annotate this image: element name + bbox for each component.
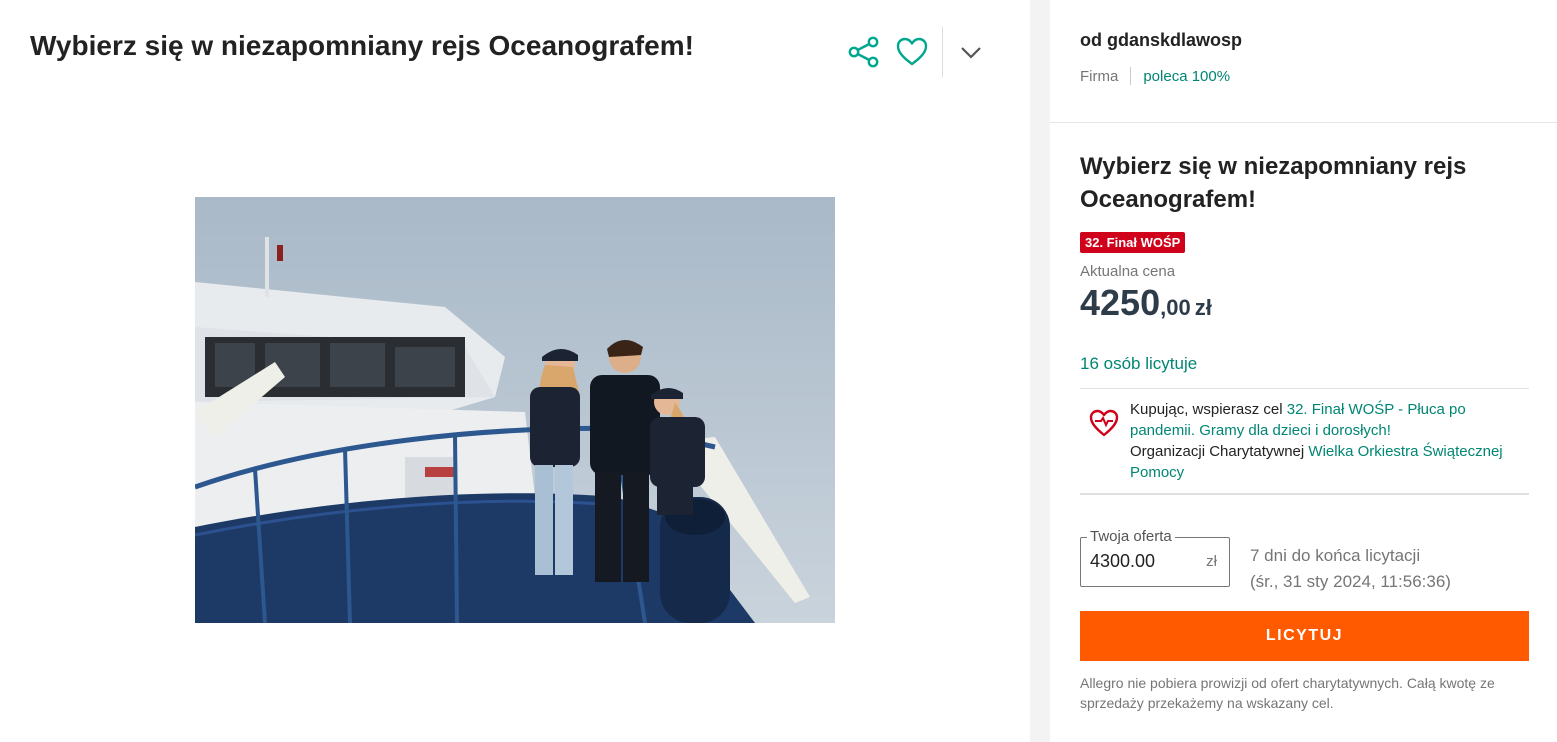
bid-button[interactable]: LICYTUJ [1080,611,1529,661]
offer-title: Wybierz się w niezapomniany rejs Oceanog… [1080,153,1467,213]
seller-name[interactable]: od gdanskdlawosp [1080,30,1527,51]
price-label: Aktualna cena [1080,263,1176,280]
ship-photo [195,197,835,623]
bidders-count[interactable]: 16 osób licytuje [1080,354,1197,373]
purchase-panel: od gdanskdlawosp Firma poleca 100% Wybie… [1050,0,1557,742]
meta-divider [1130,67,1132,85]
heart-icon [896,37,928,66]
expand-button[interactable] [947,26,995,78]
bid-input[interactable] [1090,551,1190,572]
current-price: 4250,00 zł [1080,282,1529,332]
chevron-down-icon [961,47,981,59]
seller-recommendation[interactable]: poleca 100% [1143,68,1230,85]
price-integer: 4250 [1080,282,1161,323]
listing-actions [840,26,995,78]
share-icon [848,36,879,68]
favorite-button[interactable] [888,26,936,78]
charity-text: Kupując, wspierasz cel 32. Finał WOŚP - … [1122,399,1529,483]
bid-currency: zł [1206,553,1217,570]
price-currency: zł [1194,295,1212,320]
charity-info: Kupując, wspierasz cel 32. Finał WOŚP - … [1080,389,1529,495]
bid-row: Twoja oferta zł 7 dni do końca licytacji… [1080,523,1529,591]
charity-icon-wrap [1088,399,1122,483]
bid-field[interactable]: Twoja oferta zł [1080,528,1230,587]
seller-box: od gdanskdlawosp Firma poleca 100% [1050,0,1557,123]
deadline-remaining: 7 dni do końca licytacji [1250,546,1421,565]
panel-divider [1030,0,1050,742]
seller-type: Firma [1080,67,1119,85]
charity-org-prefix: Organizacji Charytatywnej [1130,443,1309,460]
bidders-link[interactable]: 16 osób licytuje [1080,354,1529,389]
wosp-badge: 32. Finał WOŚP [1080,232,1186,253]
listing-photo[interactable] [195,197,835,623]
listing-panel: Wybierz się w niezapomniany rejs Oceanog… [0,0,1030,742]
seller-meta: Firma poleca 100% [1080,67,1527,85]
charity-prefix: Kupując, wspierasz cel [1130,401,1287,418]
page-title: Wybierz się w niezapomniany rejs Oceanog… [30,30,694,61]
commission-note: Allegro nie pobiera prowizji od ofert ch… [1080,675,1495,711]
actions-divider [942,27,943,77]
offer-box: Wybierz się w niezapomniany rejs Oceanog… [1080,150,1529,713]
auction-deadline: 7 dni do końca licytacji (śr., 31 sty 20… [1250,543,1451,595]
charity-heart-icon [1089,409,1119,437]
price-decimal: ,00 [1160,295,1191,320]
deadline-date: (śr., 31 sty 2024, 11:56:36) [1250,572,1451,591]
share-button[interactable] [840,26,888,78]
bid-legend: Twoja oferta [1087,528,1175,545]
